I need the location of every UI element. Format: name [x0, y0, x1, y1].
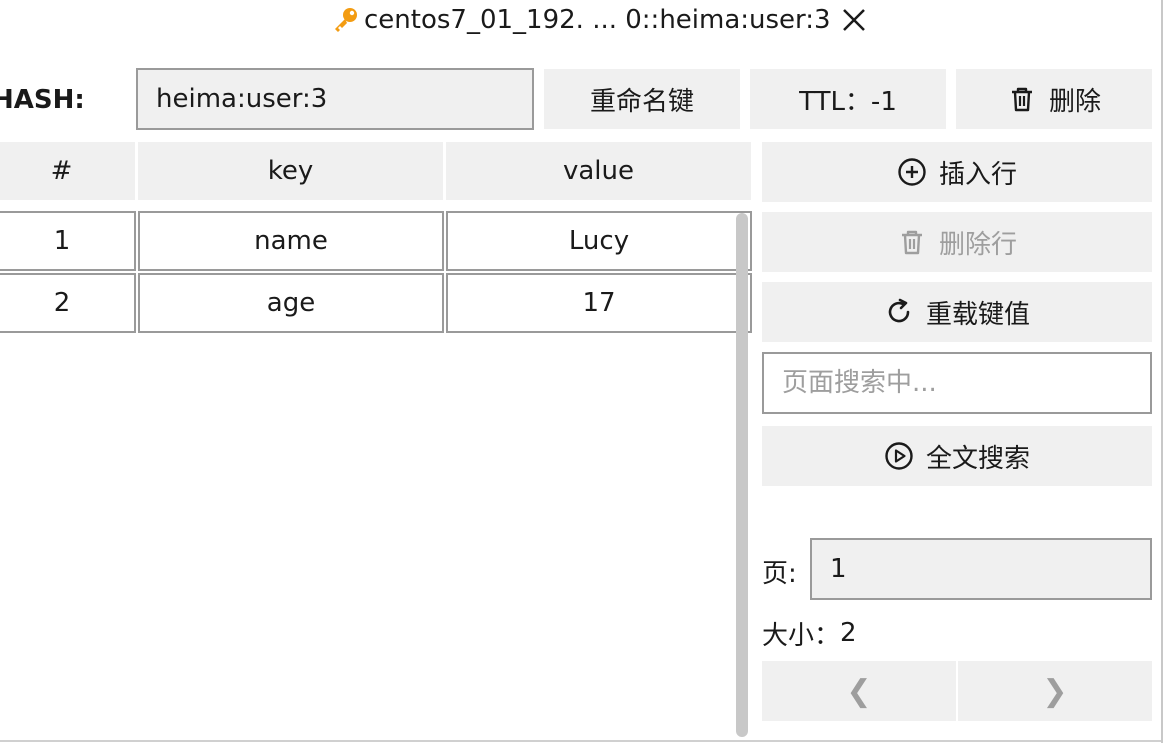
page-size-value: 2	[840, 618, 857, 648]
table-scrollbar[interactable]	[736, 213, 748, 737]
delete-row-button[interactable]: 删除行	[762, 212, 1152, 272]
delete-key-button[interactable]: 删除	[956, 69, 1152, 129]
plus-circle-icon	[898, 158, 926, 186]
chevron-right-icon: ❯	[1042, 673, 1068, 709]
column-header-value[interactable]: value	[446, 142, 751, 200]
close-icon[interactable]	[841, 7, 867, 33]
column-header-key[interactable]: key	[138, 142, 443, 200]
insert-row-label: 插入行	[938, 159, 1017, 190]
rename-key-button[interactable]: 重命名键	[544, 69, 740, 129]
fulltext-search-label: 全文搜索	[925, 443, 1030, 474]
table-row-index[interactable]: 2	[0, 273, 136, 333]
ttl-button[interactable]: TTL：-1	[750, 69, 946, 129]
delete-key-label: 删除	[1048, 86, 1101, 117]
key-icon	[335, 8, 357, 32]
key-name-input[interactable]	[136, 68, 534, 130]
column-header-index[interactable]: #	[0, 142, 135, 200]
page-number-input[interactable]	[810, 538, 1152, 600]
table-row-index[interactable]: 1	[0, 211, 136, 271]
table-cell-value[interactable]: Lucy	[446, 211, 752, 271]
delete-row-label: 删除行	[938, 229, 1017, 260]
page-size-label: 大小：	[762, 620, 841, 651]
play-circle-icon	[885, 442, 913, 470]
trash-icon	[901, 230, 922, 255]
tab-title-text: centos7_01_192. ... 0::heima:user:3	[364, 5, 831, 35]
table-cell-value[interactable]: 17	[446, 273, 752, 333]
tab-title[interactable]: centos7_01_192. ... 0::heima:user:3	[330, 0, 867, 40]
table-cell-key[interactable]: name	[138, 211, 444, 271]
window-bottom-edge	[0, 740, 1161, 742]
reload-key-button[interactable]: 重载键值	[762, 282, 1152, 342]
reload-key-label: 重载键值	[925, 299, 1030, 330]
reload-icon	[888, 298, 910, 323]
page-label: 页:	[762, 558, 797, 589]
chevron-left-icon: ❮	[846, 673, 872, 709]
ttl-label: TTL：-1	[799, 86, 897, 117]
fulltext-search-button[interactable]: 全文搜索	[762, 426, 1152, 486]
page-search-input[interactable]	[762, 352, 1152, 414]
trash-icon	[1011, 87, 1032, 112]
key-type-label: HASH:	[0, 85, 85, 115]
insert-row-button[interactable]: 插入行	[762, 142, 1152, 202]
table-cell-key[interactable]: age	[138, 273, 444, 333]
page-size: 大小： 2	[762, 612, 857, 654]
next-page-button[interactable]: ❯	[958, 661, 1152, 721]
rename-key-label: 重命名键	[589, 86, 694, 117]
window-edge	[1161, 0, 1163, 743]
prev-page-button[interactable]: ❮	[762, 661, 956, 721]
